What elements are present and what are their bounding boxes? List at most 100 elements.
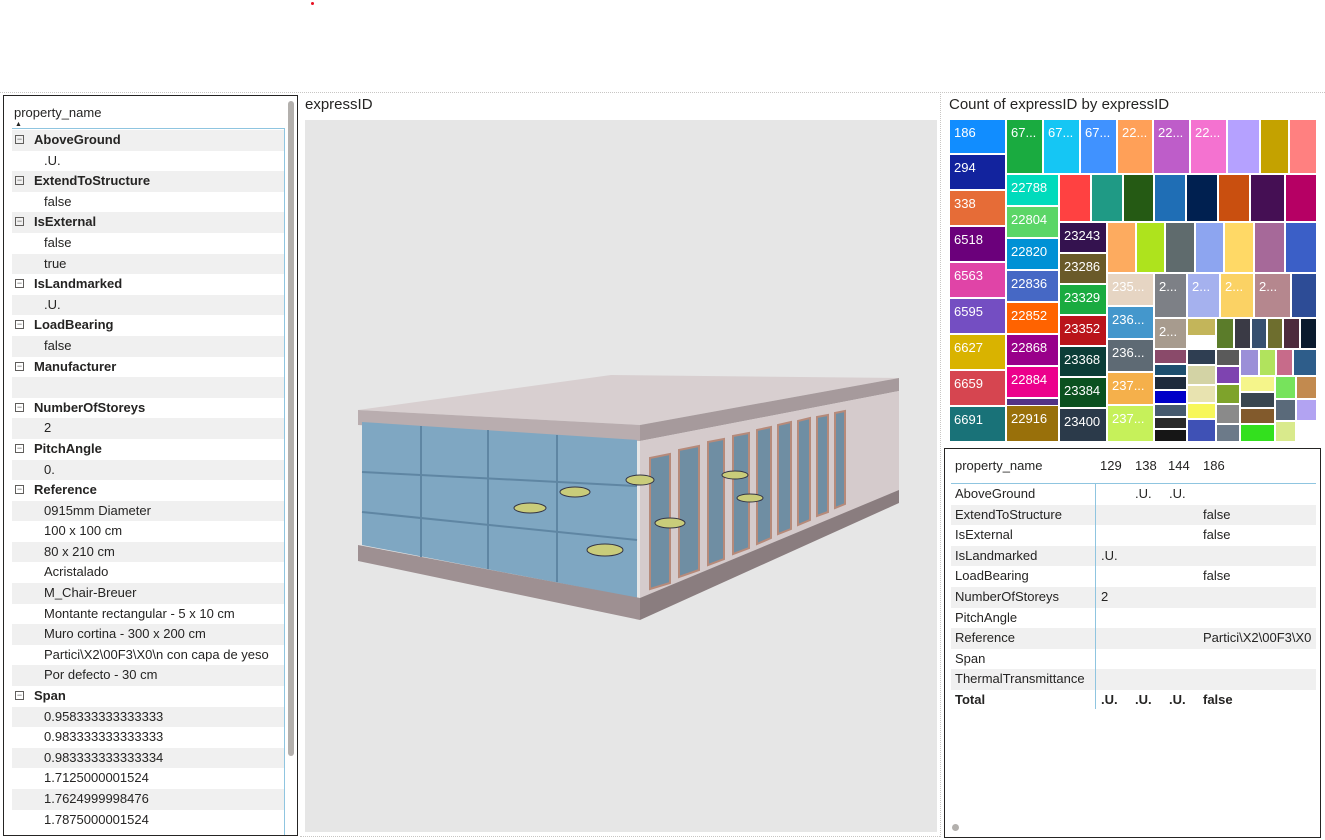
treemap-tile[interactable]	[1267, 318, 1283, 349]
treemap-tile[interactable]	[1216, 424, 1240, 442]
treemap-tile[interactable]	[1154, 376, 1187, 390]
slicer-item[interactable]: 1.7875000001524	[12, 810, 284, 831]
treemap-tile[interactable]	[1187, 318, 1216, 336]
treemap-tile[interactable]	[1300, 318, 1317, 349]
treemap-tile[interactable]: 237...	[1107, 372, 1154, 405]
slicer-item[interactable]: true	[12, 253, 284, 275]
matrix-row[interactable]: LoadBearing false	[951, 566, 1316, 587]
slicer-category[interactable]: − IsLandmarked	[12, 274, 284, 295]
treemap-tile[interactable]	[1275, 399, 1296, 421]
treemap-tile[interactable]: 22804	[1006, 206, 1059, 238]
treemap-tile[interactable]: 23243	[1059, 222, 1107, 253]
treemap-tile[interactable]: 22...	[1190, 119, 1227, 174]
slicer-category[interactable]: − LoadBearing	[12, 315, 284, 336]
treemap-tile[interactable]	[1059, 174, 1091, 222]
treemap-tile[interactable]: 237...	[1107, 405, 1154, 442]
treemap-tile[interactable]	[1154, 429, 1187, 442]
treemap-tile[interactable]: 236...	[1107, 339, 1154, 372]
slicer-item[interactable]: .U.	[12, 151, 284, 172]
treemap-tile[interactable]	[1276, 349, 1293, 376]
slicer-item[interactable]: M_Chair-Breuer	[12, 583, 284, 604]
collapse-icon[interactable]: −	[15, 279, 24, 289]
treemap-tile[interactable]: 23329	[1059, 284, 1107, 315]
treemap-tile[interactable]: 2...	[1154, 318, 1187, 349]
treemap-tile[interactable]	[1187, 403, 1216, 419]
collapse-icon[interactable]: −	[15, 402, 24, 412]
slicer-item[interactable]: Partici\X2\00F3\X0\n con capa de yeso	[12, 645, 284, 666]
treemap-tile[interactable]	[1259, 349, 1276, 376]
slicer-scrollbar[interactable]	[288, 101, 294, 756]
slicer-item[interactable]: Acristalado	[12, 562, 284, 583]
treemap-tile[interactable]: 67...	[1006, 119, 1043, 174]
slicer-item[interactable]: 0.983333333333333	[12, 727, 284, 748]
treemap-chart[interactable]: 186 294 338 6518 6563 6595 6627 6659 6691 67... 67…	[949, 119, 1317, 442]
treemap-tile[interactable]: 6563	[949, 262, 1006, 298]
treemap-tile[interactable]	[1224, 222, 1254, 273]
treemap-tile[interactable]: 22788	[1006, 174, 1059, 206]
treemap-tile[interactable]	[1283, 318, 1300, 349]
collapse-icon[interactable]: −	[15, 176, 24, 186]
slicer-category[interactable]: − ExtendToStructure	[12, 171, 284, 192]
treemap-tile[interactable]	[1275, 376, 1296, 399]
treemap-tile[interactable]	[1275, 421, 1296, 442]
sort-ascending-icon[interactable]: ▲	[15, 121, 22, 128]
treemap-tile[interactable]: 67...	[1043, 119, 1080, 174]
treemap-tile[interactable]: 22852	[1006, 302, 1059, 334]
treemap-tile[interactable]	[1260, 119, 1289, 174]
resize-handle[interactable]	[952, 824, 959, 831]
treemap-tile[interactable]: 2...	[1220, 273, 1254, 318]
slicer-category[interactable]: − PitchAngle	[12, 439, 284, 460]
treemap-tile[interactable]	[1240, 408, 1275, 424]
treemap-tile[interactable]: 2...	[1154, 273, 1187, 318]
treemap-tile[interactable]	[1107, 222, 1136, 273]
treemap-tile[interactable]	[1187, 385, 1216, 403]
matrix-row[interactable]: Span	[951, 649, 1316, 670]
collapse-icon[interactable]: −	[15, 320, 24, 330]
slicer-category[interactable]: − Span	[12, 686, 284, 707]
slicer-item[interactable]: 0.983333333333334	[12, 747, 284, 769]
treemap-tile[interactable]	[1165, 222, 1195, 273]
slicer-item[interactable]: Montante rectangular - 5 x 10 cm	[12, 604, 284, 625]
treemap-tile[interactable]: 23368	[1059, 346, 1107, 377]
treemap-tile[interactable]: 186	[949, 119, 1006, 154]
matrix-row[interactable]: IsExternal false	[951, 525, 1316, 546]
treemap-tile[interactable]	[1216, 384, 1240, 404]
slicer-item[interactable]: 80 x 210 cm	[12, 541, 284, 563]
treemap-tile[interactable]: 338	[949, 190, 1006, 226]
slicer-category[interactable]: − NumberOfStoreys	[12, 398, 284, 419]
treemap-tile[interactable]: 22...	[1153, 119, 1190, 174]
treemap-tile[interactable]	[1254, 222, 1285, 273]
slicer-item[interactable]: 0.958333333333333	[12, 706, 284, 728]
treemap-tile[interactable]	[1216, 349, 1240, 366]
3d-model-viewer[interactable]	[305, 120, 937, 832]
treemap-tile[interactable]	[1218, 174, 1250, 222]
matrix-row[interactable]: NumberOfStoreys 2	[951, 586, 1316, 608]
treemap-tile[interactable]	[1195, 222, 1224, 273]
treemap-tile[interactable]	[1216, 404, 1240, 424]
treemap-tile[interactable]: 23384	[1059, 377, 1107, 408]
treemap-tile[interactable]	[1154, 417, 1187, 429]
treemap-tile[interactable]	[1291, 273, 1317, 318]
treemap-tile[interactable]	[1240, 349, 1259, 376]
treemap-tile[interactable]: 22...	[1117, 119, 1153, 174]
treemap-tile[interactable]	[1154, 349, 1187, 364]
treemap-tile[interactable]	[1234, 318, 1251, 349]
treemap-tile[interactable]: 22884	[1006, 366, 1059, 398]
slicer-item[interactable]: false	[12, 192, 284, 213]
treemap-tile[interactable]	[1250, 174, 1285, 222]
treemap-tile[interactable]	[1251, 318, 1267, 349]
treemap-tile[interactable]: 235...	[1107, 273, 1154, 306]
treemap-tile[interactable]: 23400	[1059, 408, 1107, 442]
treemap-tile[interactable]	[1154, 390, 1187, 404]
slicer-category[interactable]: − Reference	[12, 480, 284, 501]
building-model[interactable]	[305, 120, 937, 832]
treemap-tile[interactable]: 67...	[1080, 119, 1117, 174]
collapse-icon[interactable]: −	[15, 361, 24, 371]
collapse-icon[interactable]: −	[15, 485, 24, 495]
matrix-header-144[interactable]: 144	[1168, 458, 1190, 473]
matrix-header-129[interactable]: 129	[1100, 458, 1122, 473]
collapse-icon[interactable]: −	[15, 691, 24, 701]
treemap-tile[interactable]: 23352	[1059, 315, 1107, 346]
treemap-tile[interactable]	[1285, 174, 1317, 222]
treemap-tile[interactable]	[1296, 376, 1317, 399]
